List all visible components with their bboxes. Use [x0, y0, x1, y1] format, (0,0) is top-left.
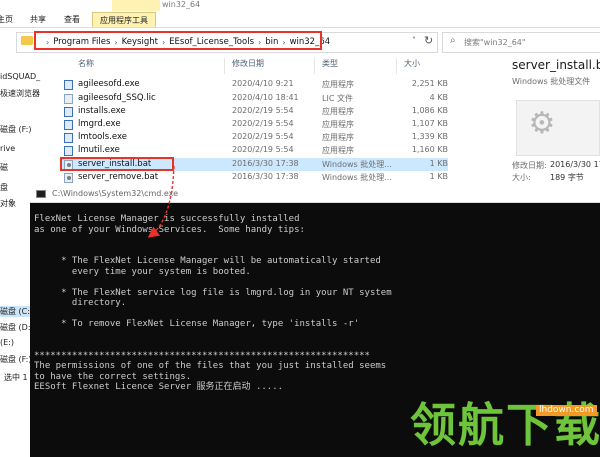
file-row-lmutil-exe[interactable]: lmutil.exe 2020/2/19 5:54 应用程序 1,160 KB [60, 144, 448, 157]
file-size: 1,107 KB [411, 119, 448, 128]
file-date: 2020/2/19 5:54 [232, 145, 294, 154]
preview-prop-value: 189 字节 [550, 173, 584, 182]
search-icon: ⌕ [450, 35, 456, 46]
nav-item[interactable]: 磁 [0, 162, 8, 173]
tab-home[interactable]: 主页 [0, 12, 14, 27]
file-type: 应用程序 [322, 107, 354, 116]
file-date: 2020/4/10 9:21 [232, 79, 294, 88]
nav-item[interactable]: 对象 [0, 198, 16, 209]
file-name: lmgrd.exe [78, 119, 121, 129]
preview-prop-label: 修改日期: [512, 161, 547, 170]
nav-item-drive-e[interactable]: (E:) [0, 338, 14, 347]
exe-file-icon [64, 120, 73, 130]
file-date: 2016/3/30 17:38 [232, 172, 299, 181]
column-divider[interactable] [396, 58, 397, 74]
document-file-icon [64, 94, 73, 104]
file-date: 2020/2/19 5:54 [232, 132, 294, 141]
preview-subtitle: Windows 批处理文件 [512, 77, 591, 86]
file-date: 2020/2/19 5:54 [232, 106, 294, 115]
column-header-date[interactable]: 修改日期 [232, 58, 264, 72]
watermark-url: lhdown.com [536, 405, 597, 416]
nav-item-drive-d[interactable]: 磁盘 (D:) [0, 322, 34, 333]
window-title: win32_64 [162, 0, 201, 9]
nav-item-drive-f[interactable]: 磁盘 (F:) [0, 354, 31, 365]
file-size: 1 KB [429, 172, 448, 181]
exe-file-icon [64, 146, 73, 156]
tab-app-tools[interactable]: 应用程序工具 [92, 12, 156, 28]
batch-file-icon [64, 173, 73, 183]
nav-item[interactable]: 极速浏览器 [0, 88, 40, 99]
address-highlight-box [34, 31, 322, 50]
tab-share[interactable]: 共享 [24, 12, 52, 27]
terminal-icon [36, 190, 46, 198]
file-name: lmtools.exe [78, 132, 127, 142]
exe-file-icon [64, 107, 73, 117]
file-date: 2020/2/19 5:54 [232, 119, 294, 128]
preview-title: server_install.bat [512, 58, 600, 72]
refresh-icon[interactable]: ↻ [424, 34, 433, 47]
context-tab-header [112, 0, 160, 11]
file-name: installs.exe [78, 106, 126, 116]
exe-file-icon [64, 133, 73, 143]
file-name: lmutil.exe [78, 145, 120, 155]
chevron-down-icon[interactable]: ˅ [412, 36, 416, 45]
gear-icon: ⚙ [528, 106, 556, 141]
file-name: agileesofd_SSQ.lic [78, 93, 156, 103]
file-size: 1,160 KB [411, 145, 448, 154]
file-size: 1 KB [429, 159, 448, 168]
nav-item[interactable]: rive [0, 144, 15, 153]
column-divider[interactable] [224, 58, 225, 74]
column-header-size[interactable]: 大小 [404, 58, 420, 72]
ribbon [0, 0, 600, 30]
file-type: 应用程序 [322, 80, 354, 89]
file-type: LIC 文件 [322, 94, 353, 103]
nav-item[interactable]: 盘 [0, 182, 8, 193]
exe-file-icon [64, 80, 73, 90]
search-placeholder: 搜索"win32_64" [464, 38, 526, 47]
file-size: 4 KB [429, 93, 448, 102]
nav-item[interactable]: idSQUAD_ [0, 72, 40, 81]
file-type: Windows 批处理... [322, 160, 392, 169]
column-header-name[interactable]: 名称 [78, 58, 94, 72]
nav-item[interactable]: 磁盘 (F:) [0, 124, 31, 135]
file-row-lmgrd-exe[interactable]: lmgrd.exe 2020/2/19 5:54 应用程序 1,107 KB [60, 118, 448, 131]
column-divider[interactable] [314, 58, 315, 74]
file-row-lic[interactable]: agileesofd_SSQ.lic 2020/4/10 18:41 LIC 文… [60, 92, 448, 105]
file-name: server_remove.bat [78, 172, 159, 182]
file-type: 应用程序 [322, 146, 354, 155]
file-size: 1,339 KB [411, 132, 448, 141]
column-header-type[interactable]: 类型 [322, 58, 338, 72]
file-row-lmtools-exe[interactable]: lmtools.exe 2020/2/19 5:54 应用程序 1,339 KB [60, 131, 448, 144]
folder-icon [21, 36, 33, 45]
file-size: 2,251 KB [411, 79, 448, 88]
file-row-agileesofd-exe[interactable]: agileesofd.exe 2020/4/10 9:21 应用程序 2,251… [60, 78, 448, 91]
file-type: Windows 批处理... [322, 173, 392, 182]
file-type: 应用程序 [322, 133, 354, 142]
preview-prop-label: 大小: [512, 173, 531, 182]
file-date: 2020/4/10 18:41 [232, 93, 299, 102]
file-row-installs-exe[interactable]: installs.exe 2020/2/19 5:54 应用程序 1,086 K… [60, 105, 448, 118]
file-type: 应用程序 [322, 120, 354, 129]
ribbon-divider [0, 27, 600, 28]
preview-prop-value: 2016/3/30 17 [550, 160, 600, 169]
file-highlight-box [60, 157, 174, 171]
file-date: 2016/3/30 17:38 [232, 159, 299, 168]
tab-view[interactable]: 查看 [58, 12, 86, 27]
cmd-title: C:\Windows\System32\cmd.exe [52, 189, 179, 198]
file-row-server-remove-bat[interactable]: server_remove.bat 2016/3/30 17:38 Window… [60, 171, 448, 184]
file-name: agileesofd.exe [78, 79, 140, 89]
cmd-output: FlexNet License Manager is successfully … [34, 214, 392, 392]
file-size: 1,086 KB [411, 106, 448, 115]
